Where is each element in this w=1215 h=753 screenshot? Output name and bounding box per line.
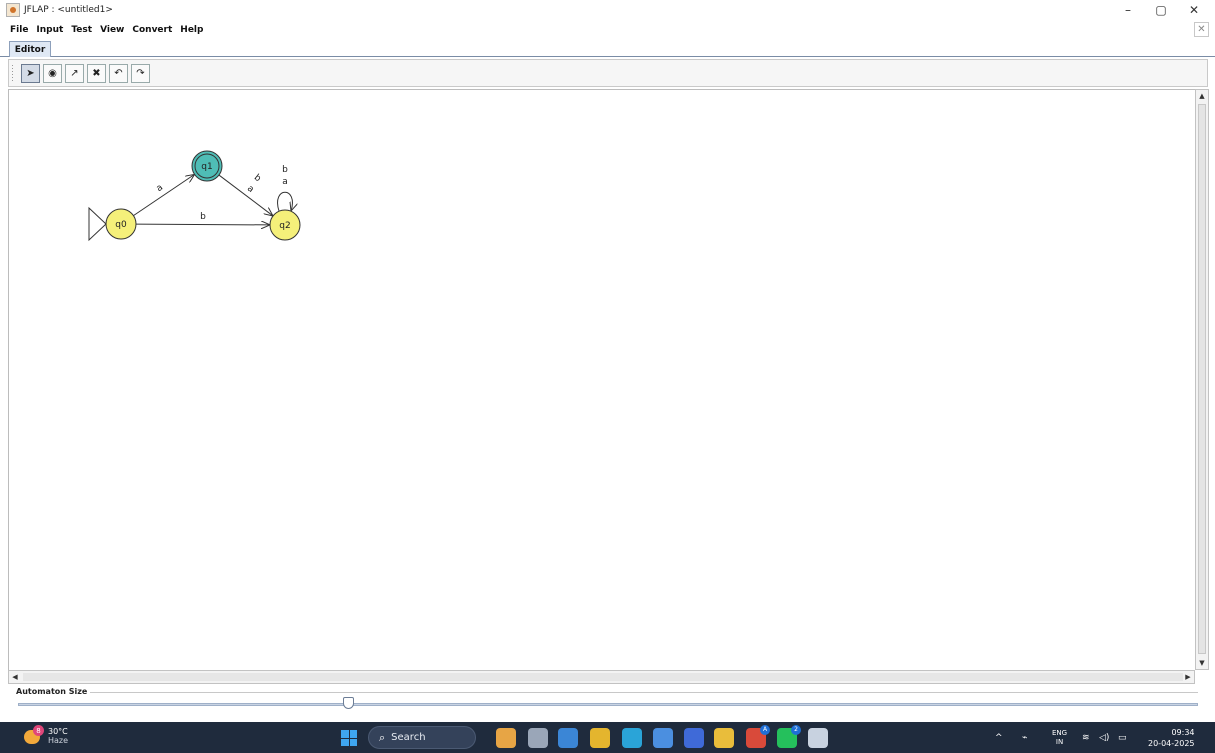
scroll-right-icon[interactable]: ▶ <box>1182 671 1194 683</box>
automaton-size-panel: Automaton Size <box>8 684 1208 716</box>
transition-label-q0-q2-b: b <box>200 212 206 222</box>
weather-temp: 30°C <box>48 727 68 736</box>
clock-time: 09:34 <box>1171 727 1195 737</box>
transition-q0-q2 <box>135 224 270 225</box>
language-indicator[interactable]: ENG IN <box>1052 729 1067 747</box>
weather-condition: Haze <box>48 736 69 745</box>
state-label-q2: q2 <box>279 221 290 231</box>
network-off-icon[interactable]: ⌁ <box>1022 722 1027 753</box>
menu-view[interactable]: View <box>100 25 124 35</box>
editor-toolbar: ➤ ◉ ↗ ✖ ↶ ↷ <box>8 59 1208 87</box>
redo-icon[interactable]: ↷ <box>131 64 150 83</box>
automaton-canvas[interactable]: a b a b a b q0 q1 q2 <box>8 89 1195 670</box>
chrome-icon[interactable] <box>590 728 610 748</box>
automaton-size-slider[interactable] <box>18 703 1198 706</box>
menu-file[interactable]: File <box>10 25 28 35</box>
weather-icon: 8 <box>20 725 44 747</box>
panel-divider <box>88 692 1198 693</box>
horizontal-scrollbar[interactable]: ◀ ▶ <box>8 670 1195 684</box>
edge-icon[interactable] <box>622 728 642 748</box>
close-tab-icon[interactable]: ✕ <box>1194 22 1209 37</box>
menu-help[interactable]: Help <box>180 25 203 35</box>
transition-label-q2-loop-b: b <box>282 165 288 175</box>
scroll-down-icon[interactable]: ▼ <box>1196 657 1208 669</box>
close-button[interactable]: ✕ <box>1176 0 1212 20</box>
lang-top: ENG <box>1052 728 1068 737</box>
search-label: Search <box>391 732 426 743</box>
transition-label-q2-loop-a: a <box>282 177 288 187</box>
window-title: JFLAP : <untitled1> <box>24 5 113 15</box>
automaton-size-label: Automaton Size <box>16 687 91 696</box>
state-creator-tool-icon[interactable]: ◉ <box>43 64 62 83</box>
tray-chevron-icon[interactable]: ^ <box>995 722 1003 753</box>
explorer-icon[interactable] <box>714 728 734 748</box>
weather-widget[interactable]: 8 30°C Haze <box>20 725 68 747</box>
store-icon[interactable] <box>653 728 673 748</box>
initial-state-marker <box>88 206 107 242</box>
title-bar: JFLAP : <untitled1> <box>0 0 1215 20</box>
transition-creator-tool-icon[interactable]: ↗ <box>65 64 84 83</box>
undo-icon[interactable]: ↶ <box>109 64 128 83</box>
vertical-scroll-thumb[interactable] <box>1198 104 1206 654</box>
slider-thumb[interactable] <box>343 697 355 709</box>
transition-q2-loop <box>277 191 293 211</box>
transition-label-q1-q2-b: b <box>252 173 263 185</box>
java-icon <box>6 3 20 17</box>
tab-editor[interactable]: Editor <box>9 41 51 57</box>
toolbar-grip[interactable] <box>11 64 15 82</box>
transition-q1-q2 <box>218 174 273 216</box>
battery-icon[interactable]: ▭ <box>1118 722 1127 753</box>
whatsapp-icon[interactable] <box>777 725 801 748</box>
menu-input[interactable]: Input <box>36 25 63 35</box>
taskbar-search[interactable]: ⌕ Search <box>368 726 476 749</box>
menu-test[interactable]: Test <box>71 25 92 35</box>
restore-button[interactable]: ▢ <box>1143 0 1179 20</box>
search-icon: ⌕ <box>379 730 386 744</box>
transition-label-q1-q2-a: a <box>245 184 256 195</box>
scroll-up-icon[interactable]: ▲ <box>1196 90 1208 102</box>
attribute-editor-tool-icon[interactable]: ➤ <box>21 64 40 83</box>
clock-date: 20-04-2025 <box>1148 738 1195 748</box>
taskview-icon[interactable] <box>528 728 548 748</box>
chrome-profile-icon[interactable] <box>746 725 770 748</box>
scroll-left-icon[interactable]: ◀ <box>9 671 21 683</box>
state-label-q1: q1 <box>201 162 212 172</box>
lang-bottom: IN <box>1055 737 1064 746</box>
menu-bar: File Input Test View Convert Help <box>0 22 1215 38</box>
weather-badge: 8 <box>33 725 44 736</box>
minimize-button[interactable]: – <box>1110 0 1146 20</box>
state-label-q0: q0 <box>115 220 127 230</box>
java-app-icon[interactable] <box>808 728 828 748</box>
copilot-icon[interactable] <box>558 728 578 748</box>
transition-label-q0-q1-a: a <box>155 183 165 194</box>
horizontal-scroll-thumb[interactable] <box>23 673 1183 681</box>
automaton-diagram[interactable]: abab abq0q1q2 <box>9 90 1196 671</box>
menu-convert[interactable]: Convert <box>132 25 172 35</box>
transition-q0-q1 <box>133 174 194 217</box>
tab-row: Editor <box>0 39 1215 57</box>
volume-icon[interactable]: ◁) <box>1099 722 1109 753</box>
vertical-scrollbar[interactable]: ▲ ▼ <box>1195 89 1209 670</box>
deleter-tool-icon[interactable]: ✖ <box>87 64 106 83</box>
wifi-icon[interactable]: ≋ <box>1082 722 1090 753</box>
windows-start-icon[interactable] <box>341 730 357 746</box>
taskbar: 8 30°C Haze ⌕ Search ^ ⌁ ENG IN ≋ ◁) ▭ 0… <box>0 722 1215 753</box>
lens-icon[interactable] <box>684 728 704 748</box>
clock[interactable]: 09:34 20-04-2025 <box>1148 727 1195 749</box>
bucket-app-icon[interactable] <box>496 728 516 748</box>
